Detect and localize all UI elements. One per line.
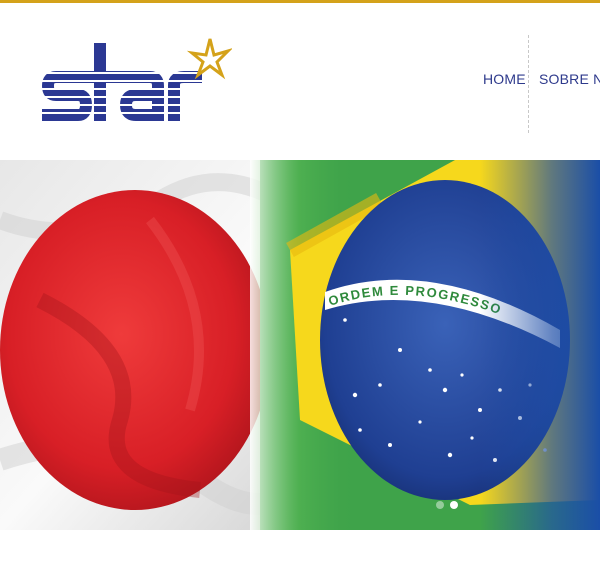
slider-dot-1[interactable] bbox=[436, 501, 444, 509]
main-nav: HOME SOBRE NÓS bbox=[483, 71, 600, 93]
star-logo bbox=[42, 38, 232, 121]
star-icon bbox=[186, 38, 232, 80]
site-header: HOME SOBRE NÓS bbox=[0, 3, 600, 160]
hero-slider: ORDEM E PROGRESSO bbox=[0, 160, 600, 530]
nav-home-link[interactable]: HOME bbox=[483, 71, 526, 87]
nav-sobre-link[interactable]: SOBRE NÓS bbox=[539, 71, 600, 87]
hero-flags-image: ORDEM E PROGRESSO bbox=[0, 160, 600, 530]
content-band bbox=[0, 530, 600, 570]
slider-dot-2[interactable] bbox=[450, 501, 458, 509]
